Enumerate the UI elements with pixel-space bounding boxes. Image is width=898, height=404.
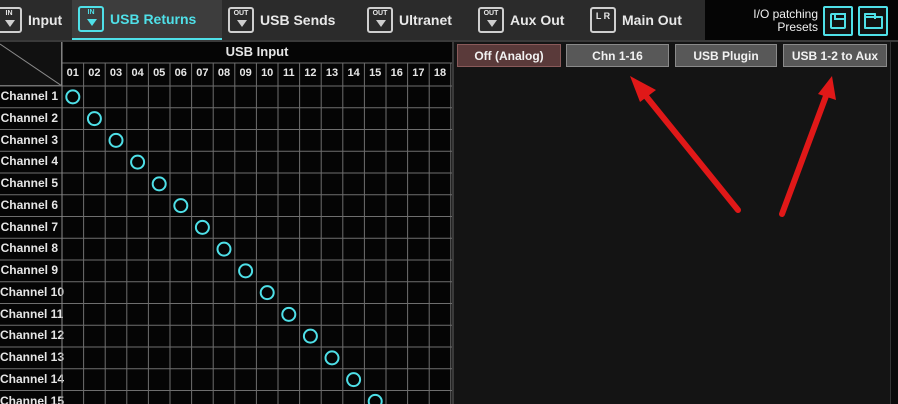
arrow-to-chn-1-16: [630, 76, 741, 213]
arrow-to-usb-1-2-to-aux: [779, 76, 836, 217]
annotation-arrows: [630, 76, 836, 217]
